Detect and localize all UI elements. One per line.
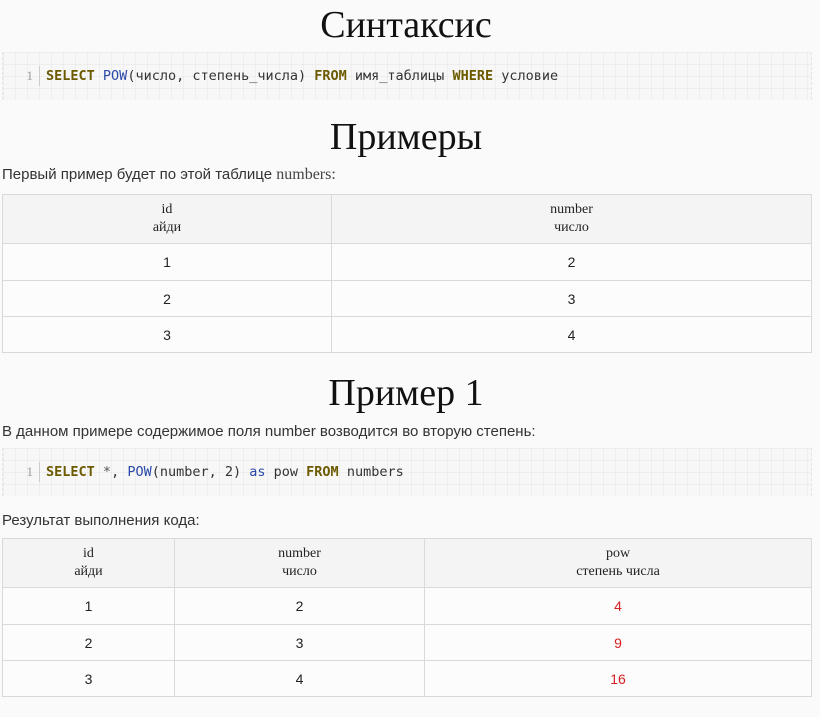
table-cell: 3 <box>331 280 812 317</box>
table-row: 3 4 16 <box>2 660 812 697</box>
table-cell: 2 <box>2 280 332 317</box>
code-token: SELECT <box>46 68 95 84</box>
examples-intro: Первый пример будет по этой таблице numb… <box>2 165 336 185</box>
table-cell: 3 <box>2 660 175 697</box>
table-cell-result: 4 <box>424 587 812 625</box>
example1-heading: Пример 1 <box>328 372 484 414</box>
table-cell: 2 <box>331 243 812 281</box>
code-line: SELECT POW(число, степень_числа) FROM им… <box>46 66 558 86</box>
table-header-row: id айди number число <box>2 194 812 244</box>
table-cell: 3 <box>2 316 332 353</box>
example1-code-block: 1 SELECT *, POW(number, 2) as pow FROM n… <box>2 448 812 496</box>
code-token: FROM <box>314 68 347 84</box>
table-header-row: id айди number число pow степень числа <box>2 538 812 588</box>
code-token: (number, 2) <box>151 464 250 480</box>
code-token: условие <box>493 68 559 84</box>
column-header: number число <box>174 538 425 588</box>
code-token: POW <box>127 464 152 480</box>
column-header: id айди <box>2 194 332 244</box>
table-cell-result: 9 <box>424 624 812 661</box>
code-token: * <box>102 464 112 480</box>
table-cell: 1 <box>2 243 332 281</box>
code-token: POW <box>102 68 128 84</box>
table-cell: 4 <box>331 316 812 353</box>
table-cell: 4 <box>174 660 425 697</box>
syntax-code-block: 1 SELECT POW(число, степень_числа) FROM … <box>2 52 812 100</box>
table-row: 1 2 4 <box>2 587 812 625</box>
table-cell: 3 <box>174 624 425 661</box>
numbers-table: id айди number число 1 2 2 3 3 4 <box>2 194 812 353</box>
column-header: pow степень числа <box>424 538 812 588</box>
code-token: , <box>111 464 128 480</box>
line-number: 1 <box>3 462 40 482</box>
code-token: имя_таблицы <box>346 68 453 84</box>
code-token: numbers <box>338 464 404 480</box>
code-token: SELECT <box>46 464 95 480</box>
table-cell: 2 <box>174 587 425 625</box>
table-row: 1 2 <box>2 243 812 281</box>
table-cell: 1 <box>2 587 175 625</box>
table-row: 2 3 <box>2 280 812 317</box>
code-token: WHERE <box>452 68 494 84</box>
code-token: as <box>249 464 266 480</box>
table-cell: 2 <box>2 624 175 661</box>
table-cell-result: 16 <box>424 660 812 697</box>
examples-heading: Примеры <box>329 116 483 158</box>
table-row: 2 3 9 <box>2 624 812 661</box>
column-header: id айди <box>2 538 175 588</box>
result-label: Результат выполнения кода: <box>2 512 200 529</box>
column-header: number число <box>331 194 812 244</box>
table-name: numbers: <box>276 166 336 183</box>
code-token: (число, степень_числа) <box>127 68 315 84</box>
code-line: SELECT *, POW(number, 2) as pow FROM num… <box>46 462 404 482</box>
code-token: FROM <box>306 464 339 480</box>
syntax-heading: Синтаксис <box>320 4 492 46</box>
example1-description: В данном примере содержимое поля number … <box>2 423 536 440</box>
code-token: pow <box>265 464 307 480</box>
table-row: 3 4 <box>2 316 812 353</box>
line-number: 1 <box>3 66 40 86</box>
result-table: id айди number число pow степень числа 1 2 … <box>2 538 812 697</box>
examples-intro-text: Первый пример будет по этой таблице <box>2 166 277 183</box>
